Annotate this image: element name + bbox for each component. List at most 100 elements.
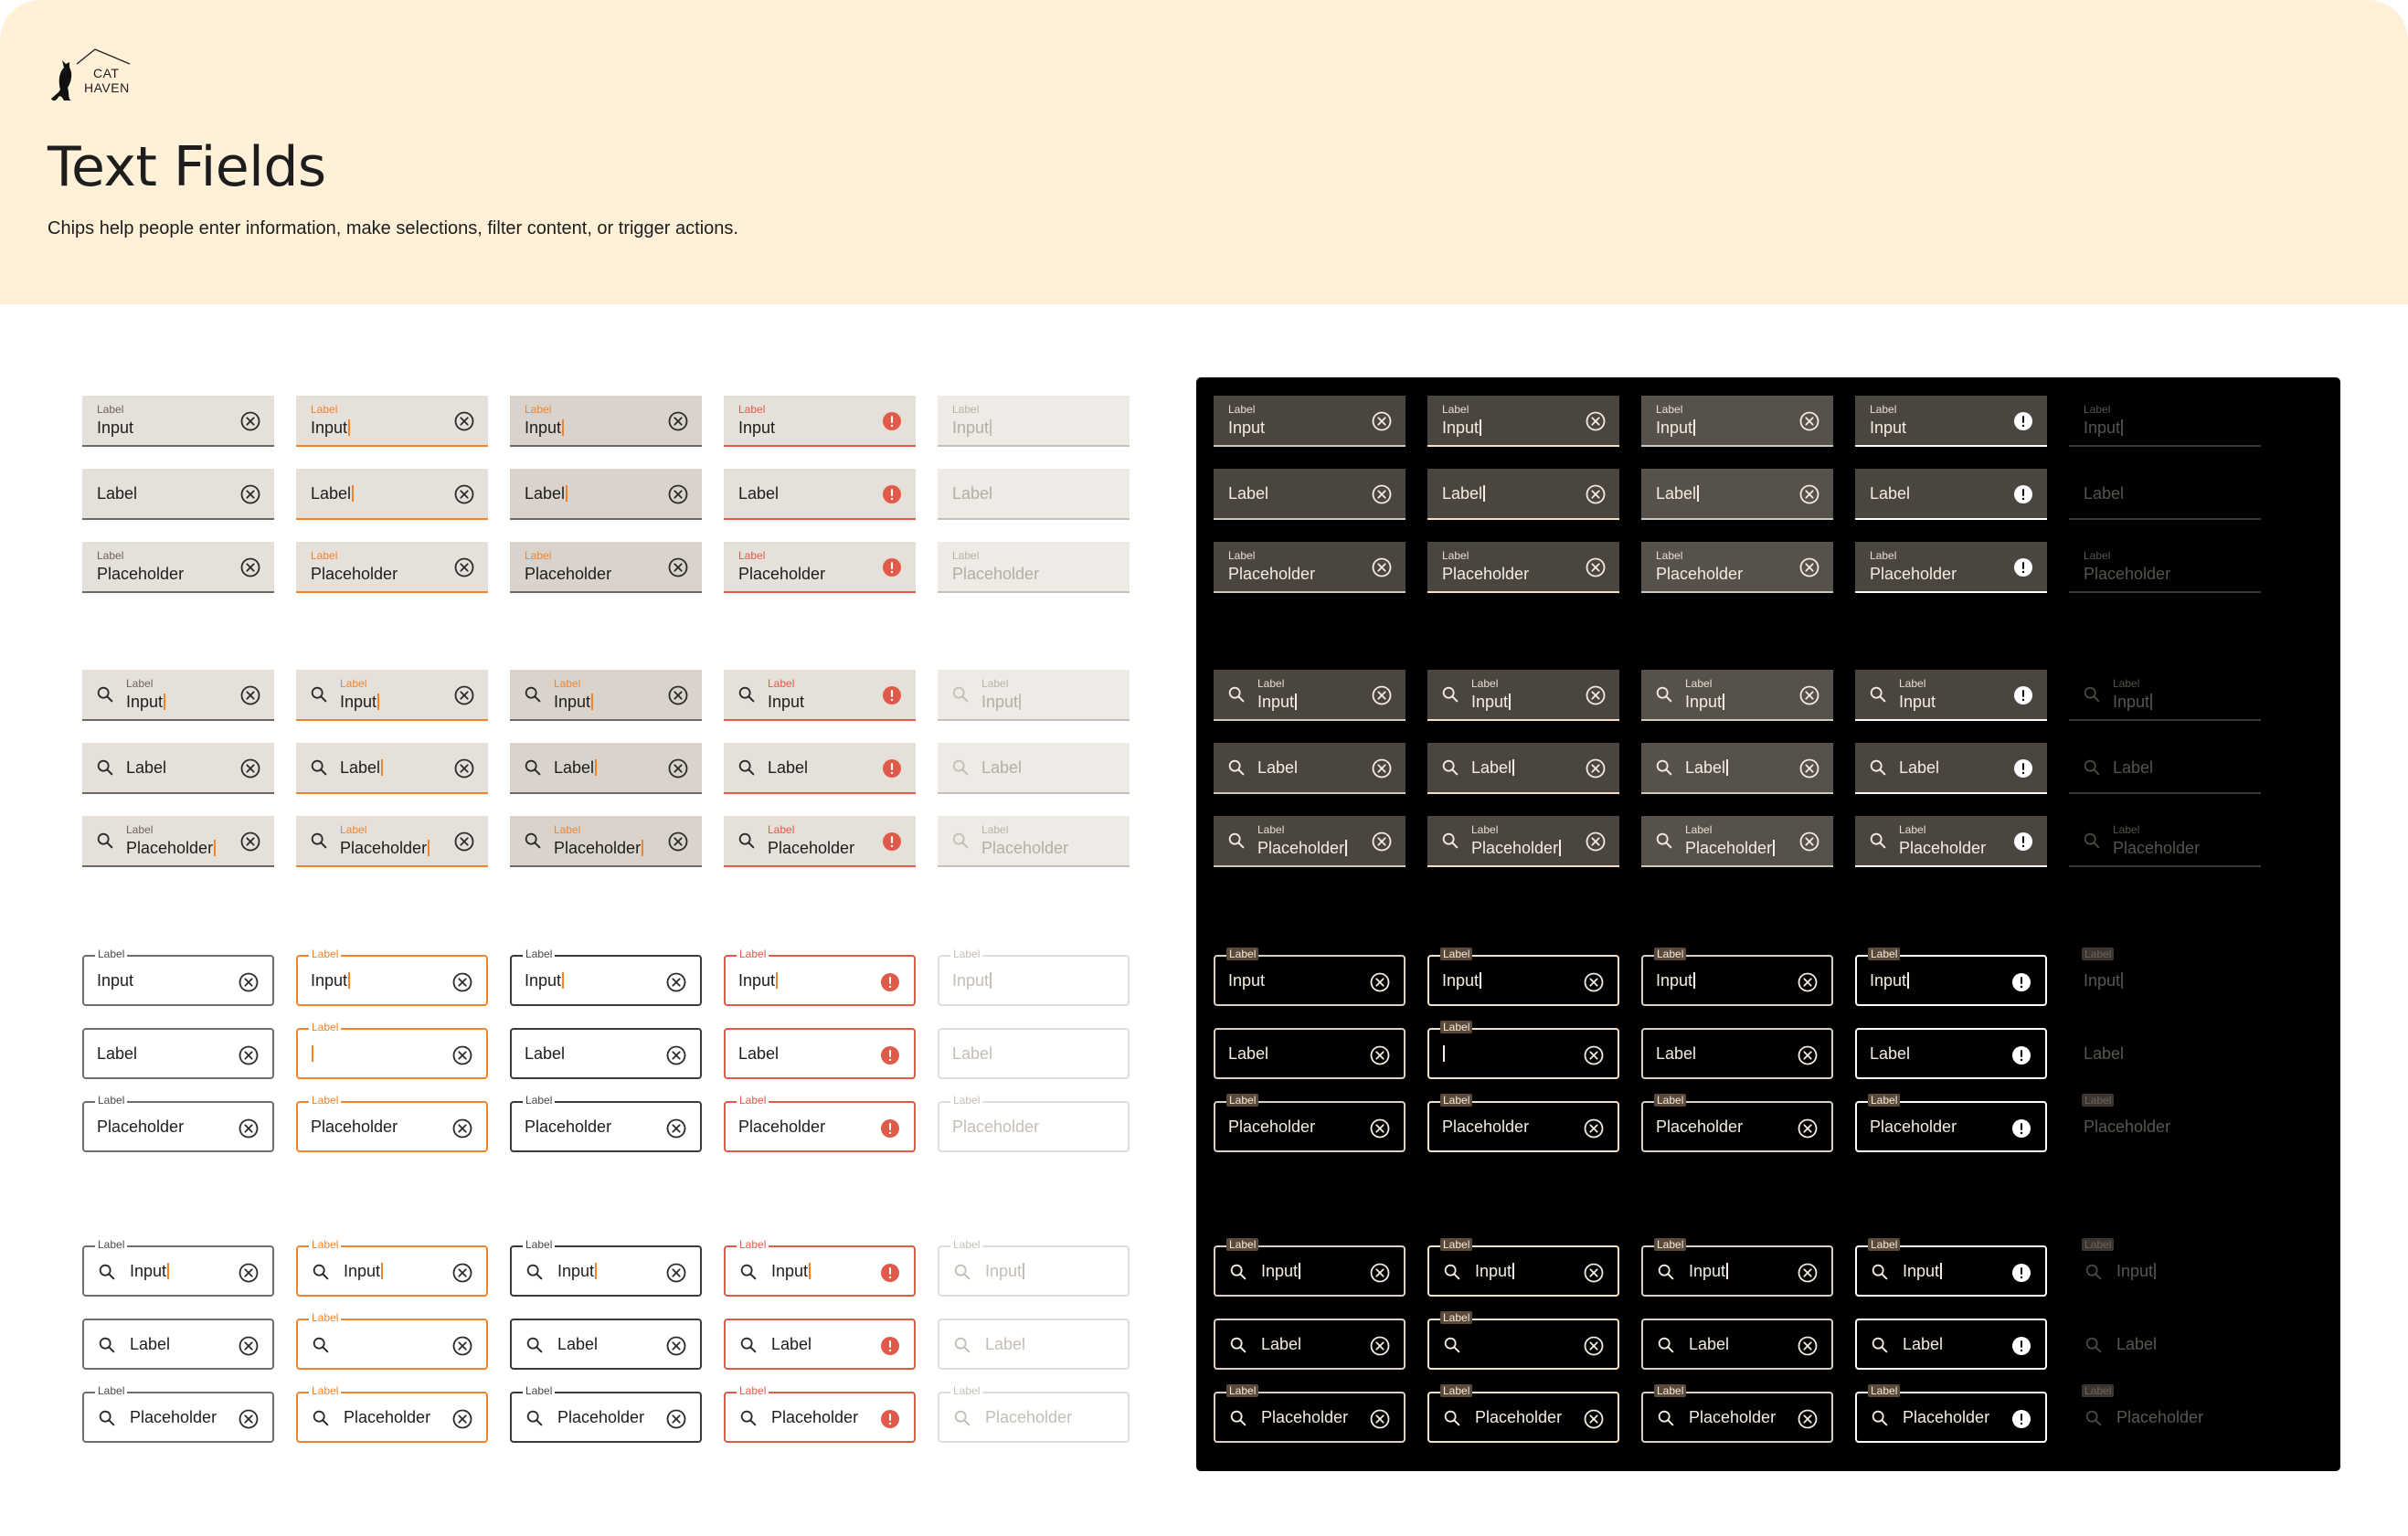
text-field-filled-search-light-error[interactable]: Label Placeholder xyxy=(724,816,916,867)
text-field-value[interactable]: Placeholder xyxy=(1870,1117,1957,1137)
text-field-outlined-search-dark-focused[interactable]: Label xyxy=(1427,1311,1619,1370)
cancel-icon[interactable] xyxy=(665,1118,687,1139)
text-field-value[interactable]: Label xyxy=(1685,757,1728,778)
cancel-icon[interactable] xyxy=(451,1044,473,1066)
text-field-filled-dark-error[interactable]: Label Placeholder xyxy=(1855,542,2047,593)
text-field-value[interactable]: Placeholder xyxy=(2084,564,2170,584)
cancel-icon[interactable] xyxy=(1371,757,1393,779)
cancel-icon[interactable] xyxy=(667,556,689,578)
cancel-icon[interactable] xyxy=(1585,410,1607,432)
text-field-value[interactable]: Input xyxy=(1689,1261,1728,1281)
text-field-value[interactable]: Input xyxy=(1475,1261,1514,1281)
text-field-value[interactable]: Input xyxy=(738,970,778,990)
text-field-value[interactable]: Input xyxy=(1656,418,1695,438)
text-field-outlined-search-dark-error[interactable]: Label Input xyxy=(1855,1238,2047,1297)
text-field-value[interactable]: Input xyxy=(97,418,133,438)
text-field-filled-dark-enabled[interactable]: Label Placeholder xyxy=(1214,542,1406,593)
text-field-value[interactable]: Placeholder xyxy=(554,838,643,858)
cancel-icon[interactable] xyxy=(239,410,261,432)
text-field-value[interactable]: Placeholder xyxy=(525,1117,611,1137)
text-field-filled-dark-hovered[interactable]: Label xyxy=(1641,469,1833,520)
text-field-value[interactable]: Label xyxy=(1471,757,1514,778)
text-field-outlined-dark-hovered[interactable]: Label Input xyxy=(1641,948,1833,1006)
cancel-icon[interactable] xyxy=(667,757,689,779)
text-field-value[interactable]: Label xyxy=(981,757,1022,778)
cancel-icon[interactable] xyxy=(1797,1335,1819,1357)
text-field-value[interactable]: Placeholder xyxy=(1471,838,1561,858)
cancel-icon[interactable] xyxy=(665,971,687,993)
text-field-value[interactable] xyxy=(1442,1043,1445,1064)
text-field-filled-dark-enabled[interactable]: Label Input xyxy=(1214,396,1406,447)
text-field-value[interactable]: Placeholder xyxy=(1261,1407,1348,1427)
text-field-outlined-dark-focused[interactable]: Label xyxy=(1427,1021,1619,1079)
cancel-icon[interactable] xyxy=(1585,831,1607,853)
cancel-icon[interactable] xyxy=(451,971,473,993)
text-field-value[interactable]: Label xyxy=(985,1334,1025,1354)
text-field-value[interactable]: Label xyxy=(130,1334,170,1354)
cancel-icon[interactable] xyxy=(1371,483,1393,505)
text-field-value[interactable]: Label xyxy=(126,757,166,778)
text-field-value[interactable]: Input xyxy=(340,692,379,712)
text-field-filled-search-dark-hovered[interactable]: Label xyxy=(1641,743,1833,794)
cancel-icon[interactable] xyxy=(238,1335,260,1357)
cancel-icon[interactable] xyxy=(239,556,261,578)
text-field-filled-search-light-focused[interactable]: Label xyxy=(296,743,488,794)
text-field-value[interactable]: Input xyxy=(1442,970,1481,990)
text-field-value[interactable]: Input xyxy=(1228,970,1265,990)
text-field-outlined-dark-enabled[interactable]: Label Input xyxy=(1214,948,1406,1006)
cancel-icon[interactable] xyxy=(667,684,689,706)
text-field-value[interactable]: Placeholder xyxy=(1903,1407,1989,1427)
cancel-icon[interactable] xyxy=(1798,410,1820,432)
cancel-icon[interactable] xyxy=(1371,684,1393,706)
cancel-icon[interactable] xyxy=(667,410,689,432)
cancel-icon[interactable] xyxy=(239,831,261,853)
text-field-value[interactable]: Input xyxy=(1471,692,1511,712)
cancel-icon[interactable] xyxy=(1583,1262,1605,1284)
text-field-value[interactable]: Input xyxy=(1870,970,1909,990)
text-field-outlined-search-light-enabled[interactable]: Label xyxy=(82,1319,274,1370)
text-field-value[interactable]: Input xyxy=(130,1261,169,1281)
text-field-value[interactable]: Placeholder xyxy=(525,564,611,584)
cancel-icon[interactable] xyxy=(1585,556,1607,578)
text-field-outlined-light-focused[interactable]: Label Input xyxy=(296,948,488,1006)
cancel-icon[interactable] xyxy=(1583,1335,1605,1357)
text-field-value[interactable]: Label xyxy=(1656,483,1699,503)
cancel-icon[interactable] xyxy=(1369,1044,1391,1066)
text-field-filled-search-dark-error[interactable]: Label Input xyxy=(1855,670,2047,721)
text-field-filled-search-dark-focused[interactable]: Label Placeholder xyxy=(1427,816,1619,867)
text-field-outlined-search-light-hovered[interactable]: Label Placeholder xyxy=(510,1384,702,1443)
text-field-outlined-search-light-error[interactable]: Label xyxy=(724,1319,916,1370)
text-field-value[interactable] xyxy=(311,1043,313,1064)
text-field-value[interactable]: Input xyxy=(1870,418,1906,438)
text-field-value[interactable]: Label xyxy=(1656,1043,1696,1064)
text-field-value[interactable]: Input xyxy=(1656,970,1695,990)
cancel-icon[interactable] xyxy=(239,684,261,706)
text-field-value[interactable]: Label xyxy=(2113,757,2153,778)
text-field-value[interactable]: Input xyxy=(97,970,133,990)
text-field-filled-search-dark-enabled[interactable]: Label Input xyxy=(1214,670,1406,721)
cancel-icon[interactable] xyxy=(238,1044,260,1066)
text-field-filled-search-dark-enabled[interactable]: Label xyxy=(1214,743,1406,794)
text-field-filled-search-dark-hovered[interactable]: Label Placeholder xyxy=(1641,816,1833,867)
text-field-outlined-search-light-hovered[interactable]: Label xyxy=(510,1319,702,1370)
text-field-filled-search-dark-hovered[interactable]: Label Input xyxy=(1641,670,1833,721)
text-field-value[interactable]: Label xyxy=(525,1043,565,1064)
text-field-value[interactable]: Input xyxy=(344,1261,383,1281)
text-field-outlined-search-dark-enabled[interactable]: Label Placeholder xyxy=(1214,1384,1406,1443)
text-field-outlined-light-error[interactable]: Label xyxy=(724,1028,916,1079)
cancel-icon[interactable] xyxy=(665,1044,687,1066)
text-field-value[interactable]: Input xyxy=(2084,970,2123,990)
text-field-value[interactable]: Input xyxy=(1228,418,1265,438)
text-field-value[interactable]: Placeholder xyxy=(126,838,216,858)
text-field-outlined-search-light-focused[interactable]: Label xyxy=(296,1311,488,1370)
text-field-filled-search-light-enabled[interactable]: Label Input xyxy=(82,670,274,721)
text-field-outlined-search-light-error[interactable]: Label Input xyxy=(724,1238,916,1297)
text-field-filled-dark-focused[interactable]: Label Input xyxy=(1427,396,1619,447)
text-field-outlined-light-enabled[interactable]: Label xyxy=(82,1028,274,1079)
text-field-value[interactable]: Placeholder xyxy=(981,838,1068,858)
text-field-filled-search-light-hovered[interactable]: Label Input xyxy=(510,670,702,721)
text-field-filled-light-hovered[interactable]: Label xyxy=(510,469,702,520)
cancel-icon[interactable] xyxy=(665,1408,687,1430)
text-field-value[interactable]: Placeholder xyxy=(1228,564,1315,584)
cancel-icon[interactable] xyxy=(453,757,475,779)
